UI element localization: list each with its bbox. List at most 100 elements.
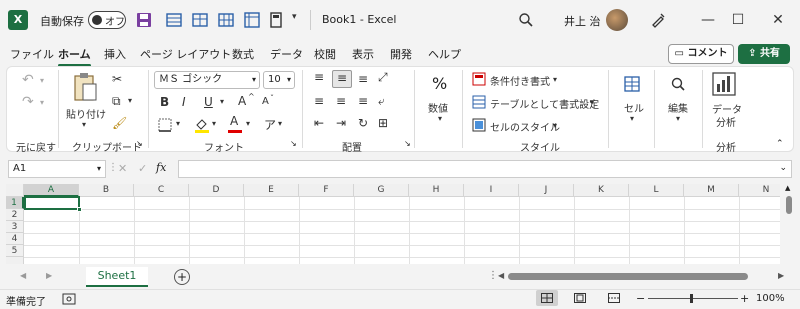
freeze-panes-icon[interactable]	[244, 12, 260, 28]
merge-icon[interactable]: ⊞	[378, 116, 388, 130]
bold-button[interactable]: B	[160, 95, 169, 109]
form-icon[interactable]	[166, 12, 182, 28]
select-all-corner[interactable]	[6, 184, 24, 197]
paste-dropdown-icon[interactable]: ▾	[82, 120, 86, 129]
comment-button[interactable]: ▭ コメント	[668, 44, 734, 64]
number-format-label[interactable]: 数値	[428, 100, 448, 115]
worksheet-grid[interactable]: A B C D E F G H I J K L M N 1 2 3 4 5	[6, 184, 780, 264]
font-name-select[interactable]: ＭＳ ゴシック ▾	[154, 71, 260, 89]
tab-insert[interactable]: 挿入	[104, 46, 126, 62]
tab-developer[interactable]: 開発	[390, 46, 412, 62]
column-header[interactable]: N	[739, 184, 780, 197]
italic-button[interactable]: I	[182, 95, 186, 109]
underline-button[interactable]: U	[204, 95, 213, 109]
tab-split-handle[interactable]: ⋮	[488, 270, 498, 281]
shrink-font-button[interactable]: A	[262, 96, 269, 107]
format-painter-icon[interactable]: 🖌	[112, 116, 127, 130]
tab-formulas[interactable]: 数式	[232, 46, 254, 62]
tab-home[interactable]: ホーム	[58, 46, 91, 67]
tab-view[interactable]: 表示	[352, 46, 374, 62]
column-header[interactable]: J	[519, 184, 574, 197]
phonetic-dropdown-icon[interactable]: ▾	[278, 119, 282, 128]
sheet-tab[interactable]: Sheet1	[86, 267, 148, 287]
close-button[interactable]: ✕	[766, 8, 790, 32]
align-center-icon[interactable]: ≡	[336, 94, 346, 108]
page-break-view-icon[interactable]	[608, 293, 620, 303]
text-direction-icon[interactable]: ↻	[358, 116, 368, 130]
align-top-icon[interactable]: ≡	[314, 70, 324, 84]
font-size-select[interactable]: 10 ▾	[263, 71, 295, 89]
tab-data[interactable]: データ	[270, 46, 303, 62]
zoom-in-button[interactable]: +	[740, 292, 749, 305]
undo-icon[interactable]: ↶	[22, 72, 34, 88]
zoom-slider-thumb[interactable]	[690, 294, 693, 303]
align-middle-button[interactable]: ≡	[332, 70, 352, 88]
row-header[interactable]: 3	[6, 221, 24, 233]
font-color-dropdown-icon[interactable]: ▾	[246, 119, 250, 128]
fill-color-icon[interactable]	[194, 117, 210, 133]
column-header[interactable]: D	[189, 184, 244, 197]
column-header[interactable]: M	[684, 184, 739, 197]
row-header[interactable]: 1	[6, 197, 24, 209]
paste-label[interactable]: 貼り付け	[66, 106, 106, 121]
cells-label[interactable]: セル	[624, 100, 644, 115]
active-cell[interactable]	[24, 196, 80, 210]
zoom-slider-track[interactable]	[648, 298, 738, 299]
redo-dropdown-icon[interactable]: ▾	[40, 98, 44, 107]
wrap-text-icon[interactable]: ⤶	[378, 94, 385, 109]
format-table-dropdown-icon[interactable]: ▾	[590, 98, 594, 107]
customize-qat-icon[interactable]: ▾	[292, 12, 297, 22]
vertical-scroll-thumb[interactable]	[786, 196, 792, 214]
cancel-icon[interactable]: ✕	[118, 162, 127, 175]
scroll-right-icon[interactable]: ▶	[778, 271, 784, 280]
grid-icon[interactable]	[218, 12, 234, 28]
analyze-data-label-2[interactable]: 分析	[716, 114, 736, 129]
vertical-scrollbar[interactable]: ▲	[784, 184, 794, 264]
normal-view-button[interactable]	[536, 290, 558, 306]
autosave-toggle[interactable]: オフ	[88, 11, 126, 29]
phonetic-icon[interactable]: ア	[264, 116, 276, 133]
fill-color-dropdown-icon[interactable]: ▾	[212, 119, 216, 128]
editing-dropdown-icon[interactable]: ▾	[676, 114, 680, 123]
underline-dropdown-icon[interactable]: ▾	[220, 97, 224, 106]
alignment-launcher-icon[interactable]: ↘	[404, 139, 411, 148]
increase-indent-icon[interactable]: ⇥	[336, 116, 346, 130]
conditional-format-button[interactable]: 条件付き書式	[490, 73, 550, 88]
tab-file[interactable]: ファイル	[10, 46, 54, 62]
align-left-icon[interactable]: ≡	[314, 94, 324, 108]
cell-styles-dropdown-icon[interactable]: ▾	[553, 121, 557, 130]
column-header[interactable]: F	[299, 184, 354, 197]
calculator-icon[interactable]	[268, 12, 284, 28]
row-header[interactable]: 2	[6, 209, 24, 221]
cut-icon[interactable]: ✂	[112, 72, 122, 86]
maximize-button[interactable]: ☐	[726, 8, 750, 32]
zoom-out-button[interactable]: −	[636, 292, 645, 305]
prev-sheet-icon[interactable]: ◀	[20, 271, 26, 280]
next-sheet-icon[interactable]: ▶	[46, 271, 52, 280]
format-as-table-icon[interactable]	[472, 95, 486, 109]
scroll-up-icon[interactable]: ▲	[785, 184, 790, 192]
redo-icon[interactable]: ↷	[22, 94, 34, 110]
align-right-icon[interactable]: ≡	[358, 94, 368, 108]
find-icon[interactable]	[670, 76, 686, 92]
column-header[interactable]: H	[409, 184, 464, 197]
row-header[interactable]	[6, 257, 24, 264]
editing-label[interactable]: 編集	[668, 100, 688, 115]
column-header[interactable]: B	[79, 184, 134, 197]
orientation-icon[interactable]: ⤢	[378, 70, 388, 85]
conditional-format-icon[interactable]	[472, 72, 486, 86]
font-color-icon[interactable]: A	[230, 114, 238, 128]
column-header[interactable]: C	[134, 184, 189, 197]
cell-styles-icon[interactable]	[472, 118, 486, 132]
paste-icon[interactable]	[72, 72, 98, 102]
pen-icon[interactable]	[650, 12, 666, 28]
cells-dropdown-icon[interactable]: ▾	[630, 114, 634, 123]
border-icon[interactable]	[158, 118, 172, 132]
accessibility-icon[interactable]	[62, 293, 76, 305]
conditional-dropdown-icon[interactable]: ▾	[553, 75, 557, 84]
formula-options-icon[interactable]: ⋮	[108, 162, 118, 173]
avatar[interactable]	[606, 9, 628, 31]
grow-font-button[interactable]: A	[238, 94, 246, 108]
percent-icon[interactable]: %	[432, 74, 447, 93]
enter-icon[interactable]: ✓	[138, 162, 147, 175]
